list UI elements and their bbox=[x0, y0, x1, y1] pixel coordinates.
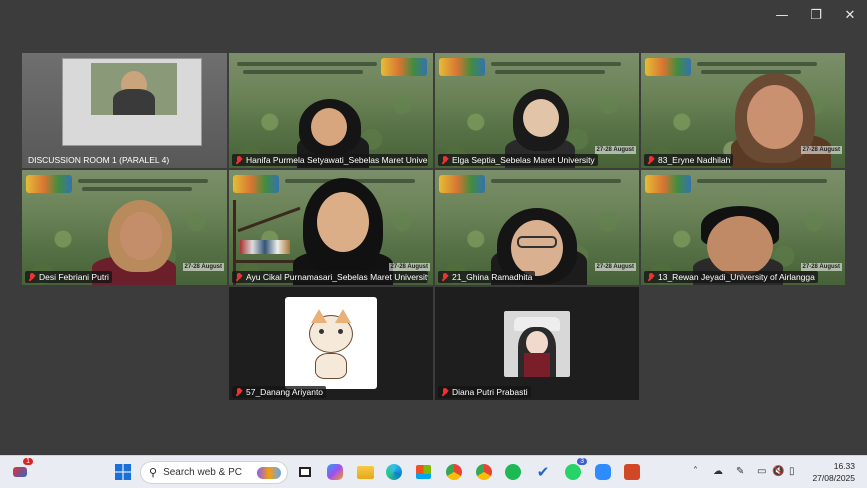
edge-icon[interactable] bbox=[384, 462, 404, 482]
windows-start-icon[interactable] bbox=[113, 462, 133, 482]
participant-name-tag: 57_Danang Ariyanto bbox=[232, 386, 327, 398]
file-explorer-icon[interactable] bbox=[355, 462, 375, 482]
volume-muted-icon[interactable]: 🔇 bbox=[772, 466, 784, 477]
video-tile[interactable]: Hanifa Purmela Setyawati_Sebelas Maret U… bbox=[229, 53, 433, 168]
video-tile-discussion-room[interactable]: DISCUSSION ROOM 1 (PARALEL 4) bbox=[22, 53, 227, 168]
conference-banner bbox=[435, 56, 639, 80]
participant-name-tag: Hanifa Purmela Setyawati_Sebelas Maret U… bbox=[232, 154, 428, 166]
minimize-button[interactable]: — bbox=[765, 0, 799, 30]
video-tile[interactable]: 27-28 August Desi Febriani Putri bbox=[22, 170, 227, 285]
chevron-up-icon[interactable]: ˄ bbox=[693, 466, 698, 477]
chrome-icon[interactable] bbox=[444, 462, 464, 482]
zoom-icon[interactable] bbox=[593, 462, 613, 482]
powerpoint-icon[interactable] bbox=[622, 462, 642, 482]
conference-banner bbox=[435, 173, 639, 197]
notification-icon[interactable]: 1 bbox=[10, 458, 33, 482]
video-tile[interactable]: 27-28 August 13_Rewan Jeyadi_University … bbox=[641, 170, 845, 285]
video-tile[interactable]: 27-28 August 21_Ghina Ramadhita bbox=[435, 170, 639, 285]
participant-name-tag: 13_Rewan Jeyadi_University of Airlangga bbox=[644, 271, 818, 283]
participant-name-tag: Elga Septia_Sebelas Maret University bbox=[438, 154, 598, 166]
muted-mic-icon bbox=[441, 387, 449, 397]
participant-name-tag: 21_Ghina Ramadhita bbox=[438, 271, 536, 283]
muted-mic-icon bbox=[235, 272, 243, 282]
window-controls: — ❐ ✕ bbox=[765, 0, 867, 30]
display-icon[interactable]: ▭ bbox=[757, 466, 766, 477]
clock-time: 16.33 bbox=[833, 461, 855, 471]
taskbar: 1 ⚲ Search web & PC ✔ 3 ˄ ☁ ✎ ▭ 🔇 ▯ 16.3… bbox=[0, 455, 867, 488]
projector-screen bbox=[62, 58, 202, 146]
chrome-profile-icon[interactable] bbox=[474, 462, 494, 482]
search-box[interactable]: ⚲ Search web & PC bbox=[140, 461, 288, 484]
participant-name-tag: Desi Febriani Putri bbox=[25, 271, 112, 283]
video-tile[interactable]: 27-28 August Elga Septia_Sebelas Maret U… bbox=[435, 53, 639, 168]
participant-name-tag: 83_Eryne Nadhilah bbox=[644, 154, 734, 166]
muted-mic-icon bbox=[441, 155, 449, 165]
task-view-icon[interactable] bbox=[295, 462, 315, 482]
clock-date: 27/08/2025 bbox=[812, 473, 855, 483]
muted-mic-icon bbox=[235, 387, 243, 397]
clock[interactable]: 16.33 27/08/2025 bbox=[812, 460, 855, 484]
avatar bbox=[504, 311, 570, 377]
muted-mic-icon bbox=[647, 272, 655, 282]
conference-banner bbox=[22, 173, 227, 197]
video-tile[interactable]: 57_Danang Ariyanto bbox=[229, 287, 433, 400]
video-tile[interactable]: Diana Putri Prabasti bbox=[435, 287, 639, 400]
search-highlight-icon bbox=[257, 466, 281, 479]
whatsapp-icon[interactable]: 3 bbox=[563, 458, 587, 482]
participant-name-tag: Ayu Cikal Purnamasari_Sebelas Maret Univ… bbox=[232, 271, 428, 283]
muted-mic-icon bbox=[441, 272, 449, 282]
conference-banner bbox=[641, 56, 845, 80]
conference-banner bbox=[641, 173, 845, 197]
pen-icon[interactable]: ✎ bbox=[736, 466, 744, 477]
search-placeholder: Search web & PC bbox=[163, 467, 242, 478]
avatar bbox=[285, 297, 377, 389]
spotify-icon[interactable] bbox=[503, 462, 523, 482]
copilot-icon[interactable] bbox=[325, 462, 345, 482]
onedrive-icon[interactable]: ☁ bbox=[713, 466, 723, 477]
conference-banner bbox=[229, 56, 433, 80]
search-icon: ⚲ bbox=[149, 466, 158, 479]
video-tile[interactable]: 27-28 August 83_Eryne Nadhilah bbox=[641, 53, 845, 168]
battery-icon[interactable]: ▯ bbox=[789, 466, 795, 477]
video-tile[interactable]: 27-28 August Ayu Cikal Purnamasari_Sebel… bbox=[229, 170, 433, 285]
close-button[interactable]: ✕ bbox=[833, 0, 867, 30]
store-icon[interactable] bbox=[413, 462, 433, 482]
todo-icon[interactable]: ✔ bbox=[533, 462, 553, 482]
glasses bbox=[517, 236, 557, 248]
notification-count: 1 bbox=[23, 458, 33, 465]
muted-mic-icon bbox=[235, 155, 243, 165]
muted-mic-icon bbox=[28, 272, 36, 282]
whatsapp-badge: 3 bbox=[577, 458, 587, 465]
participant-name-tag: DISCUSSION ROOM 1 (PARALEL 4) bbox=[28, 155, 170, 165]
muted-mic-icon bbox=[647, 155, 655, 165]
restore-button[interactable]: ❐ bbox=[799, 0, 833, 30]
participant-name-tag: Diana Putri Prabasti bbox=[438, 386, 531, 398]
